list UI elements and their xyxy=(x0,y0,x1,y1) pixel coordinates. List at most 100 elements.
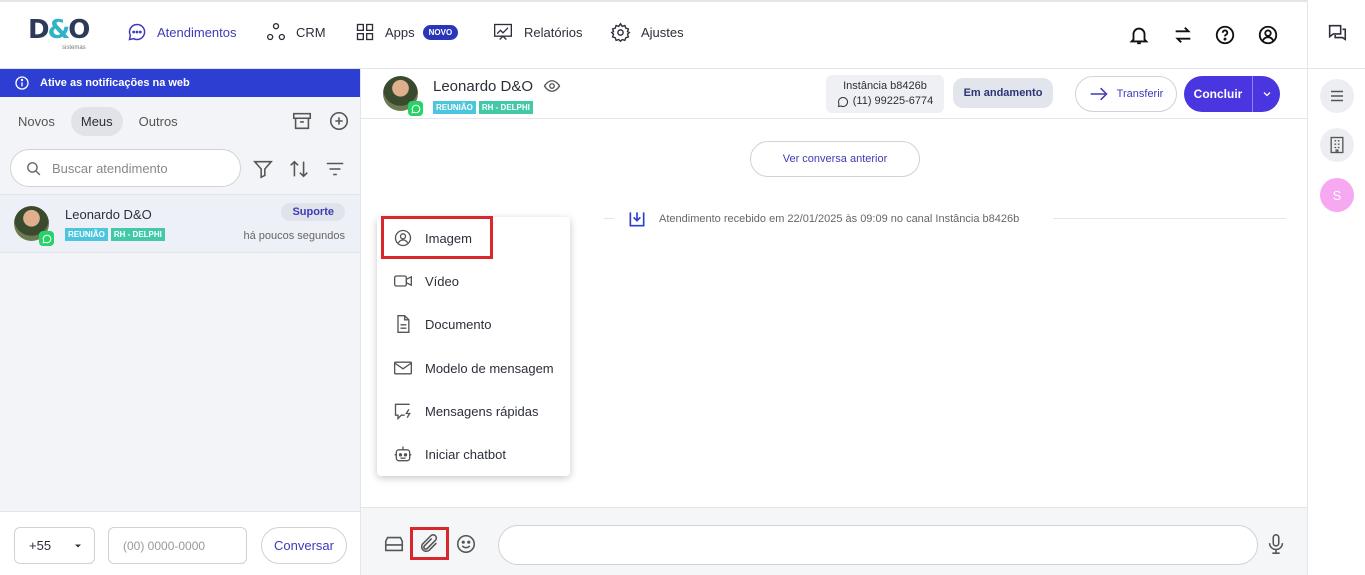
highlight-imagem xyxy=(381,216,493,259)
chats-icon[interactable] xyxy=(1326,22,1348,44)
swap-arrows-icon[interactable] xyxy=(1172,24,1194,46)
instance-name: Instância b8426b xyxy=(843,80,927,92)
search-placeholder: Buscar atendimento xyxy=(52,160,168,176)
tab-outros[interactable]: Outros xyxy=(129,107,188,136)
nav-atendimentos[interactable]: Atendimentos xyxy=(127,22,237,42)
country-code-value: +55 xyxy=(29,538,52,553)
tag-rh-delphi: RH - DELPHI xyxy=(110,228,165,241)
folder-icon[interactable] xyxy=(383,533,405,555)
help-icon[interactable] xyxy=(1214,24,1236,46)
chat-bubble-icon xyxy=(128,23,146,41)
menu-item-label: Iniciar chatbot xyxy=(425,446,506,462)
nav-apps[interactable]: Apps NOVO xyxy=(355,22,459,42)
divider-line xyxy=(604,218,614,219)
chat-contact-avatar[interactable] xyxy=(383,76,423,116)
nav-label: Relatórios xyxy=(524,24,583,40)
user-avatar[interactable]: S xyxy=(1320,178,1354,212)
menu-item-video[interactable]: Vídeo xyxy=(377,261,570,301)
instance-phone: (11) 99225-6774 xyxy=(852,95,934,107)
info-icon xyxy=(15,76,29,90)
notification-banner[interactable]: Ative as notificações na web xyxy=(0,69,360,97)
conversation-list-panel: Ative as notificações na web Novos Meus … xyxy=(0,69,361,575)
status-badge: Em andamento xyxy=(953,78,1053,108)
search-input[interactable]: Buscar atendimento xyxy=(10,149,241,187)
instance-info: Instância b8426b (11) 99225-6774 xyxy=(826,75,944,113)
menu-item-documento[interactable]: Documento xyxy=(377,304,570,344)
highlight-attach xyxy=(410,527,449,560)
nav-label: Apps xyxy=(385,24,415,40)
system-message: Atendimento recebido em 22/01/2025 às 09… xyxy=(627,209,1019,229)
phone-placeholder: (00) 0000-0000 xyxy=(123,538,206,553)
instance-phone-row: (11) 99225-6774 xyxy=(826,94,944,109)
arrow-right-icon xyxy=(1090,87,1108,101)
caret-down-icon xyxy=(75,544,82,547)
phone-input[interactable]: (00) 0000-0000 xyxy=(108,527,247,564)
conclude-dropdown[interactable] xyxy=(1253,88,1280,100)
tab-meus[interactable]: Meus xyxy=(70,107,123,136)
menu-item-label: Modelo de mensagem xyxy=(425,360,554,376)
logo-subtitle: sistemas xyxy=(62,45,86,51)
nodes-icon xyxy=(267,23,285,41)
microphone-icon[interactable] xyxy=(1265,533,1287,555)
gear-icon xyxy=(610,22,631,43)
archive-icon[interactable] xyxy=(291,110,313,132)
emoji-icon[interactable] xyxy=(455,533,477,555)
menu-item-mensagens-rapidas[interactable]: Mensagens rápidas xyxy=(377,391,570,431)
quick-message-icon xyxy=(394,403,411,421)
search-icon xyxy=(27,161,41,175)
chart-board-icon xyxy=(494,23,512,40)
tag-rh-delphi: RH - DELPHI xyxy=(478,101,533,114)
conversation-time: há poucos segundos xyxy=(243,230,345,242)
video-icon xyxy=(394,275,412,287)
tag-reuniao: REUNIÃO xyxy=(433,101,476,114)
envelope-icon xyxy=(394,361,412,375)
nav-label: CRM xyxy=(296,24,326,40)
filter-icon[interactable] xyxy=(252,158,274,180)
eye-icon[interactable] xyxy=(543,77,561,95)
building-icon xyxy=(1330,136,1344,154)
menu-item-label: Mensagens rápidas xyxy=(425,403,539,419)
queue-badge: Suporte xyxy=(281,203,345,221)
conclude-button[interactable]: Concluir xyxy=(1184,76,1280,112)
right-rail: S xyxy=(1307,0,1365,575)
chat-contact-name-text: Leonardo D&O xyxy=(433,77,534,95)
add-circle-icon[interactable] xyxy=(328,110,350,132)
sort-icon[interactable] xyxy=(288,158,310,180)
rail-header xyxy=(1308,0,1365,69)
system-message-text: Atendimento recebido em 22/01/2025 às 09… xyxy=(659,213,1020,225)
tab-novos[interactable]: Novos xyxy=(8,107,65,136)
tag-reuniao: REUNIÃO xyxy=(65,228,108,241)
list-filter-icon[interactable] xyxy=(324,158,346,180)
message-composer xyxy=(361,507,1307,575)
start-conversation-button[interactable]: Conversar xyxy=(261,527,347,564)
nav-ajustes[interactable]: Ajustes xyxy=(610,22,684,43)
conversation-tabs: Novos Meus Outros xyxy=(8,107,188,136)
menu-button[interactable] xyxy=(1320,79,1354,113)
previous-conversation-button[interactable]: Ver conversa anterior xyxy=(750,141,920,177)
building-button[interactable] xyxy=(1320,128,1354,162)
document-icon xyxy=(397,315,410,333)
conversation-item[interactable]: Leonardo D&O REUNIÃO RH - DELPHI Suporte … xyxy=(0,194,360,253)
whatsapp-icon xyxy=(39,231,54,246)
bell-icon[interactable] xyxy=(1128,24,1150,46)
whatsapp-icon xyxy=(408,101,423,116)
new-conversation-bar: +55 (00) 0000-0000 Conversar xyxy=(0,511,360,575)
chat-contact-tags: REUNIÃO RH - DELPHI xyxy=(433,97,536,115)
nav-crm[interactable]: CRM xyxy=(266,22,326,42)
country-code-select[interactable]: +55 xyxy=(14,527,95,564)
menu-item-modelo-mensagem[interactable]: Modelo de mensagem xyxy=(377,348,570,388)
transfer-button[interactable]: Transferir xyxy=(1075,76,1177,112)
user-account-icon[interactable] xyxy=(1257,24,1279,46)
chat-header: Leonardo D&O REUNIÃO RH - DELPHI Instânci… xyxy=(361,69,1307,119)
inbox-download-icon xyxy=(629,212,645,227)
transfer-label: Transferir xyxy=(1116,88,1164,100)
notice-text: Ative as notificações na web xyxy=(40,77,190,89)
nav-relatorios[interactable]: Relatórios xyxy=(492,22,583,42)
divider-line xyxy=(1053,218,1286,219)
menu-item-iniciar-chatbot[interactable]: Iniciar chatbot xyxy=(377,434,570,474)
message-input[interactable] xyxy=(498,525,1258,565)
brand-logo[interactable]: D&O sistemas xyxy=(28,15,90,55)
contact-name: Leonardo D&O xyxy=(65,207,152,222)
nav-label: Atendimentos xyxy=(157,24,237,40)
nav-label: Ajustes xyxy=(641,25,684,40)
